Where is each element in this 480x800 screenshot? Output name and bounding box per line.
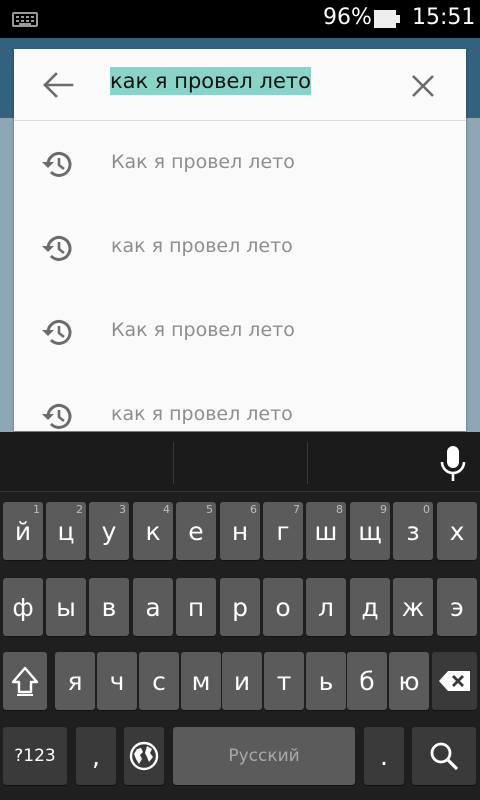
suggestion-item[interactable]: Как я провел лето	[14, 289, 466, 373]
back-arrow-icon[interactable]	[42, 71, 74, 99]
key[interactable]: д	[350, 578, 390, 636]
suggestion-item[interactable]: как я провел лето	[14, 373, 466, 431]
battery-icon	[374, 10, 400, 28]
key[interactable]: н6	[220, 502, 260, 560]
key[interactable]: п	[176, 578, 216, 636]
key[interactable]: я	[55, 652, 95, 710]
key[interactable]: м	[181, 652, 221, 710]
search-input[interactable]: как я провел лето	[110, 67, 311, 95]
globe-icon	[129, 741, 159, 771]
shift-key[interactable]	[3, 652, 47, 710]
key[interactable]: ь	[306, 652, 346, 710]
history-icon	[42, 235, 72, 261]
key[interactable]: ш8	[306, 502, 346, 560]
suggestion-text: как я провел лето	[111, 235, 293, 257]
strip-divider	[307, 442, 308, 484]
status-bar: 96% 15:51	[0, 0, 480, 38]
key[interactable]: х	[437, 502, 477, 560]
suggestion-text: Как я провел лето	[111, 151, 295, 173]
key[interactable]: в	[89, 578, 129, 636]
key[interactable]: ю	[389, 652, 429, 710]
key[interactable]: и	[222, 652, 262, 710]
keyboard: й1 ц2 у3 к4 е5 н6 г7 ш8 щ9 з0 х ф ы в а …	[0, 432, 480, 800]
comma-key[interactable]: ,	[76, 727, 116, 785]
key[interactable]: ж	[393, 578, 433, 636]
suggestion-text: как я провел лето	[111, 403, 293, 425]
key[interactable]: у3	[89, 502, 129, 560]
key[interactable]: з0	[393, 502, 433, 560]
shift-icon	[11, 666, 39, 696]
key[interactable]: э	[437, 578, 477, 636]
language-key[interactable]	[124, 727, 164, 785]
key[interactable]: к4	[133, 502, 173, 560]
key[interactable]: л	[306, 578, 346, 636]
close-icon[interactable]	[408, 71, 438, 101]
key[interactable]: а	[133, 578, 173, 636]
key[interactable]: ы	[46, 578, 86, 636]
key[interactable]: й1	[3, 502, 43, 560]
suggestion-item[interactable]: Как я провел лето	[14, 121, 466, 205]
suggestion-strip	[0, 432, 480, 492]
history-icon	[42, 403, 72, 429]
keyboard-status-icon	[12, 12, 38, 27]
key[interactable]: щ9	[350, 502, 390, 560]
history-icon	[42, 151, 72, 177]
search-row: как я провел лето	[14, 49, 466, 121]
key[interactable]: б	[347, 652, 387, 710]
symbols-key[interactable]: ?123	[3, 727, 67, 785]
search-key[interactable]	[412, 727, 476, 785]
search-panel: как я провел лето Как я провел лето как …	[14, 49, 466, 431]
backspace-key[interactable]	[432, 652, 477, 710]
search-icon	[430, 742, 459, 771]
key[interactable]: р	[220, 578, 260, 636]
space-key[interactable]: Русский	[173, 727, 355, 785]
key[interactable]: о	[263, 578, 303, 636]
suggestion-item[interactable]: как я провел лето	[14, 205, 466, 289]
backspace-icon	[438, 671, 470, 691]
key[interactable]: с	[139, 652, 179, 710]
key[interactable]: ч	[97, 652, 137, 710]
suggestion-text: Как я провел лето	[111, 319, 295, 341]
search-query-text: как я провел лето	[110, 67, 311, 95]
key[interactable]: ц2	[46, 502, 86, 560]
period-key[interactable]: .	[364, 727, 404, 785]
key[interactable]: г7	[263, 502, 303, 560]
key[interactable]: ф	[3, 578, 43, 636]
clock: 15:51	[412, 5, 476, 30]
strip-divider	[173, 442, 174, 484]
microphone-icon[interactable]	[436, 444, 470, 484]
key[interactable]: е5	[176, 502, 216, 560]
history-icon	[42, 319, 72, 345]
battery-percent: 96%	[323, 5, 372, 30]
key[interactable]: т	[264, 652, 304, 710]
